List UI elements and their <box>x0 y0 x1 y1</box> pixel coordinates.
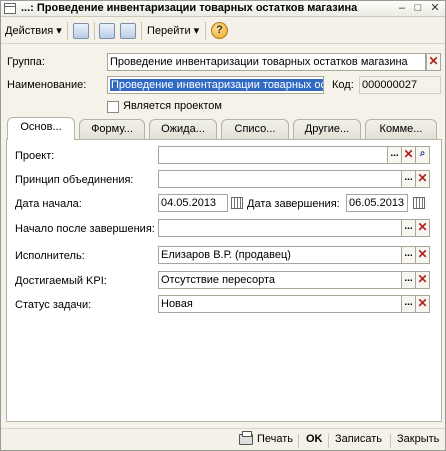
close-button[interactable]: Закрыть <box>397 433 439 445</box>
save-button[interactable]: Записать <box>335 433 382 445</box>
select-icon[interactable]: ... <box>401 170 416 188</box>
start-date-field[interactable]: 04.05.2013 <box>158 194 228 212</box>
calendar-icon[interactable] <box>231 197 243 209</box>
kpi-field[interactable]: Отсутствие пересорта <box>158 271 402 289</box>
tab-formulas[interactable]: Форму... <box>79 119 145 139</box>
end-date-label: Дата завершения: <box>247 198 340 210</box>
name-field[interactable]: Проведение инвентаризации товарных ос <box>107 76 324 94</box>
goto-menu[interactable]: Перейти ▾ <box>147 22 199 40</box>
select-icon[interactable]: ... <box>401 219 416 237</box>
clear-icon[interactable]: ✕ <box>401 146 416 164</box>
toolbar-separator <box>67 22 68 40</box>
name-label: Наименование: <box>7 79 87 91</box>
close-window-button[interactable]: ✕ <box>428 2 442 15</box>
footer-bar: Печать OK Записать Закрыть <box>1 428 445 450</box>
clear-icon[interactable]: ✕ <box>415 246 430 264</box>
window-title: ...: Проведение инвентаризации товарных … <box>21 2 358 14</box>
footer-separator <box>298 434 299 448</box>
project-field[interactable] <box>158 146 388 164</box>
window-icon <box>4 3 16 14</box>
select-icon[interactable]: ... <box>401 246 416 264</box>
printer-icon[interactable] <box>239 431 253 445</box>
kpi-label: Достигаемый KPI: <box>15 275 107 287</box>
title-bar: ...: Проведение инвентаризации товарных … <box>1 1 445 17</box>
select-icon[interactable]: ... <box>401 271 416 289</box>
start-after-field[interactable] <box>158 219 402 237</box>
footer-separator <box>390 434 391 448</box>
maximize-button[interactable]: □ <box>411 2 425 15</box>
clear-icon[interactable]: ✕ <box>426 53 441 71</box>
clear-icon[interactable]: ✕ <box>415 295 430 313</box>
select-icon[interactable]: ... <box>387 146 402 164</box>
refresh-icon[interactable] <box>99 23 115 39</box>
actions-menu[interactable]: Действия ▾ <box>5 22 62 40</box>
group-field[interactable]: Проведение инвентаризации товарных остат… <box>107 53 426 71</box>
status-label: Статус задачи: <box>15 299 92 311</box>
toolbar: Действия ▾ Перейти ▾ ? <box>1 18 445 44</box>
ok-button[interactable]: OK <box>306 433 323 445</box>
search-icon[interactable]: ⌕ <box>415 146 430 164</box>
project-label: Проект: <box>15 150 55 162</box>
tab-expected[interactable]: Ожида... <box>149 119 217 139</box>
tab-other[interactable]: Другие... <box>293 119 361 139</box>
select-icon[interactable]: ... <box>401 295 416 313</box>
executor-label: Исполнитель: <box>15 250 85 262</box>
clear-icon[interactable]: ✕ <box>415 170 430 188</box>
copy-icon[interactable] <box>120 23 136 39</box>
tab-main[interactable]: Основ... <box>7 117 75 140</box>
end-date-field[interactable]: 06.05.2013 <box>346 194 408 212</box>
status-field[interactable]: Новая <box>158 295 402 313</box>
form-window: ...: Проведение инвентаризации товарных … <box>0 0 446 451</box>
executor-field[interactable]: Елизаров В.Р. (продавец) <box>158 246 402 264</box>
goto-label: Перейти <box>147 25 191 37</box>
is-project-checkbox[interactable] <box>107 101 119 113</box>
save-close-icon[interactable] <box>73 23 89 39</box>
clear-icon[interactable]: ✕ <box>415 271 430 289</box>
toolbar-separator <box>205 22 206 40</box>
group-label: Группа: <box>7 56 45 68</box>
start-date-label: Дата начала: <box>15 198 82 210</box>
code-label: Код: <box>332 79 354 91</box>
chevron-down-icon: ▾ <box>193 25 200 37</box>
union-label: Принцип объединения: <box>15 174 134 186</box>
toolbar-separator <box>94 22 95 40</box>
start-after-label: Начало после завершения: <box>15 223 155 235</box>
chevron-down-icon: ▾ <box>56 25 62 37</box>
tab-comments[interactable]: Комме... <box>365 119 437 139</box>
print-button[interactable]: Печать <box>257 433 293 445</box>
footer-separator <box>328 434 329 448</box>
name-value: Проведение инвентаризации товарных ос <box>110 79 323 91</box>
minimize-button[interactable]: – <box>395 2 409 15</box>
actions-label: Действия <box>5 25 54 37</box>
union-field[interactable] <box>158 170 402 188</box>
code-field: 000000027 <box>359 76 441 94</box>
calendar-icon[interactable] <box>413 197 425 209</box>
clear-icon[interactable]: ✕ <box>415 219 430 237</box>
help-icon[interactable]: ? <box>211 22 228 39</box>
tab-lists[interactable]: Списо... <box>221 119 289 139</box>
is-project-label: Является проектом <box>123 100 222 112</box>
toolbar-separator <box>141 22 142 40</box>
